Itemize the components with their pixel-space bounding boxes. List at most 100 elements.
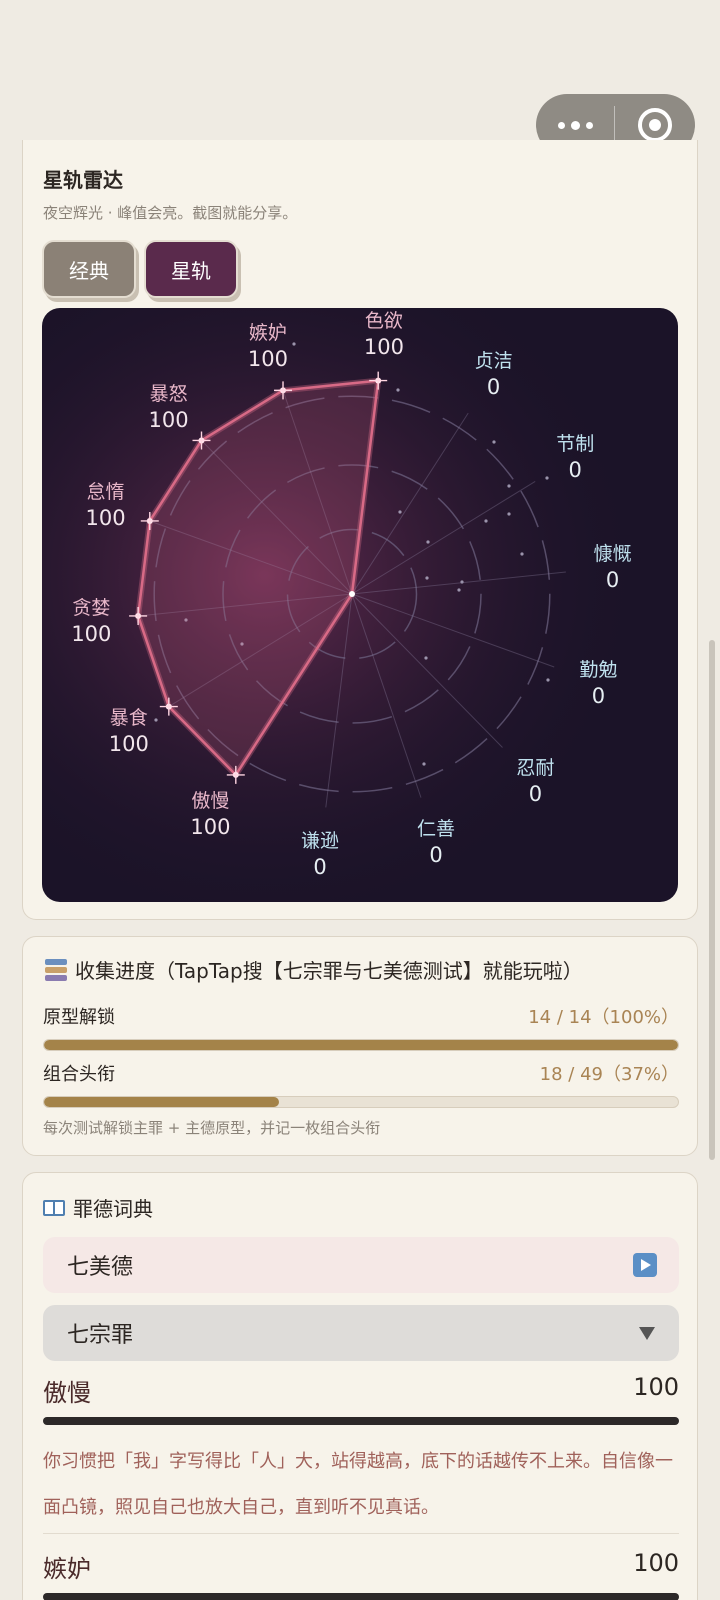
star-dot — [507, 484, 511, 488]
progress-note: 每次测试解锁主罪 + 主德原型，并记一枚组合头衔 — [43, 1119, 381, 1137]
divider — [43, 1533, 679, 1534]
group-label: 七美德 — [67, 1255, 134, 1280]
progress-bar — [43, 1039, 679, 1051]
dictionary-title-row: 罪德词典 — [43, 1193, 153, 1222]
axis-name: 勤勉 — [579, 658, 618, 681]
axis-value: 100 — [190, 815, 231, 840]
star-dot — [457, 588, 461, 592]
axis-value: 100 — [85, 506, 126, 530]
radar-title: 星轨雷达 — [43, 168, 123, 192]
star-dot — [546, 678, 550, 682]
entry-name: 傲慢 — [43, 1379, 91, 1407]
group-label: 七宗罪 — [67, 1323, 134, 1348]
radar-axis-label: 忍耐 0 — [516, 755, 554, 807]
star-dot — [154, 718, 158, 722]
axis-value: 0 — [591, 683, 606, 708]
caret-down-icon — [639, 1327, 655, 1340]
star-dot — [545, 476, 549, 480]
star-dot — [398, 510, 402, 514]
radar-subtitle: 夜空辉光 · 峰值会亮。截图就能分享。 — [43, 204, 298, 222]
dot-icon — [585, 121, 593, 129]
star-dot — [422, 762, 426, 766]
axis-name: 嫉妒 — [248, 321, 287, 344]
entry-description: 你习惯把「我」字写得比「人」大，站得越高，底下的话越传不上来。自信像一面凸镜，照… — [43, 1451, 673, 1518]
star-dot — [492, 440, 496, 444]
radar-chart: 色欲 100 贞洁 0 节制 0 慷慨 0 勤勉 0 忍耐 0 仁善 0 谦逊 0 傲慢 100 暴食 100 贪婪 10… — [42, 308, 678, 902]
radar-axis-label: 谦逊 0 — [301, 828, 339, 880]
axis-name: 慷慨 — [593, 543, 632, 566]
entry-value: 100 — [633, 1549, 679, 1577]
radar-axis-label: 仁善 0 — [417, 816, 455, 868]
entry-value: 100 — [633, 1373, 679, 1401]
radar-axis-label: 节制 0 — [556, 431, 594, 483]
axis-value: 100 — [363, 334, 404, 359]
axis-value: 0 — [568, 457, 582, 482]
star-dot — [292, 342, 296, 346]
axis-value: 0 — [528, 782, 543, 807]
axis-name: 贪婪 — [72, 596, 111, 619]
radar-axis-label: 贞洁 0 — [475, 348, 513, 400]
star-dot — [426, 540, 430, 544]
scrollbar[interactable] — [709, 640, 715, 1160]
star-dot — [424, 656, 428, 660]
star-dot — [396, 388, 400, 392]
axis-name: 暴怒 — [149, 382, 188, 405]
radar-axis-label: 慷慨 0 — [594, 541, 632, 593]
radar-axis-label: 傲慢 100 — [190, 788, 230, 840]
axis-value: 100 — [148, 407, 189, 432]
open-book-icon — [43, 1199, 65, 1216]
entry-name: 嫉妒 — [43, 1555, 91, 1583]
more-options-button[interactable] — [536, 120, 614, 130]
star-dot — [425, 576, 429, 580]
virtues-group-toggle[interactable]: 七美德 — [43, 1237, 679, 1293]
books-icon — [45, 958, 67, 981]
axis-value: 100 — [247, 346, 288, 371]
mode-button-classic[interactable]: 经典 — [42, 240, 136, 298]
mode-button-startrail[interactable]: 星轨 — [144, 240, 238, 298]
radar-center — [349, 591, 355, 597]
progress-label: 原型解锁 — [43, 1007, 115, 1028]
progress-value: 18 / 49（37%） — [539, 1064, 679, 1085]
axis-value: 0 — [313, 855, 327, 880]
radar-axis-label: 暴食 100 — [109, 705, 149, 757]
progress-fill — [44, 1097, 279, 1107]
axis-value: 0 — [486, 374, 501, 399]
axis-name: 谦逊 — [301, 830, 340, 853]
axis-name: 忍耐 — [516, 757, 555, 780]
sins-group-toggle[interactable]: 七宗罪 — [43, 1305, 679, 1361]
radar-axis-label: 勤勉 0 — [579, 657, 617, 709]
progress-card: 收集进度（TapTap搜【七宗罪与七美德测试】就能玩啦） 原型解锁 14 / 1… — [22, 936, 698, 1156]
progress-bar — [43, 1096, 679, 1108]
star-dot — [507, 512, 511, 516]
axis-value: 0 — [429, 843, 443, 868]
star-dot — [520, 552, 524, 556]
dot-icon — [557, 121, 565, 129]
axis-name: 贞洁 — [474, 349, 513, 372]
axis-value: 0 — [605, 568, 620, 593]
axis-name: 色欲 — [364, 309, 403, 332]
entry-bar — [43, 1417, 679, 1425]
close-miniprogram-button[interactable] — [615, 108, 695, 142]
axis-name: 节制 — [556, 432, 595, 455]
axis-name: 怠惰 — [86, 481, 125, 503]
radar-axis-label: 暴怒 100 — [149, 381, 189, 433]
entry-bar — [43, 1593, 679, 1600]
radar-axis-label: 色欲 100 — [364, 308, 404, 360]
axis-value: 100 — [108, 732, 149, 757]
dictionary-title: 罪德词典 — [73, 1197, 153, 1221]
axis-value: 100 — [71, 621, 112, 646]
dictionary-card: 罪德词典 七美德 七宗罪 傲慢 100 你习惯把「我」字写得比「人」大，站得越高… — [22, 1172, 698, 1600]
radar-axis-label: 嫉妒 100 — [248, 320, 288, 372]
progress-label: 组合头衔 — [43, 1064, 115, 1085]
progress-title: 收集进度（TapTap搜【七宗罪与七美德测试】就能玩啦） — [75, 959, 583, 983]
axis-name: 暴食 — [109, 707, 148, 730]
progress-value: 14 / 14（100%） — [528, 1007, 679, 1028]
play-icon — [633, 1253, 657, 1277]
radar-axis-label: 怠惰 100 — [86, 479, 126, 531]
star-dot — [484, 519, 488, 523]
progress-fill — [44, 1040, 678, 1050]
radar-axis-label: 贪婪 100 — [71, 595, 111, 647]
dot-icon — [570, 120, 580, 130]
radar-svg — [42, 308, 678, 902]
axis-name: 傲慢 — [191, 790, 230, 813]
